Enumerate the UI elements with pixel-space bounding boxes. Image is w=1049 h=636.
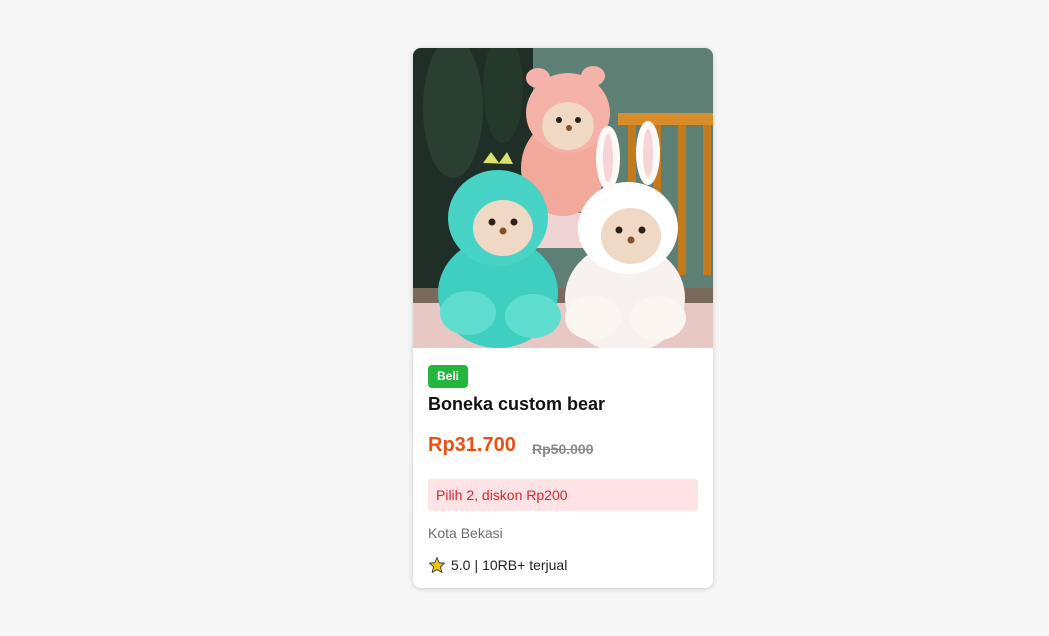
original-price: Rp50.000 — [532, 441, 594, 457]
product-price: Rp31.700 — [428, 434, 516, 456]
product-card[interactable]: Beli Boneka custom bear Rp31.700 Rp50.00… — [413, 48, 713, 588]
buy-badge: Beli — [428, 365, 469, 388]
rating-separator: | — [474, 557, 479, 573]
star-icon — [429, 557, 445, 573]
product-title[interactable]: Boneka custom bear — [428, 394, 605, 415]
rating-row: 5.0 | 10RB+ terjual — [428, 556, 567, 574]
promo-banner: Pilih 2, diskon Rp200 — [428, 479, 698, 511]
seller-location: Kota Bekasi — [428, 525, 503, 541]
product-image[interactable] — [413, 48, 713, 348]
promo-text: Pilih 2, diskon Rp200 — [436, 487, 568, 503]
rating-value: 5.0 — [451, 557, 471, 573]
sold-count: 10RB+ terjual — [482, 557, 568, 573]
